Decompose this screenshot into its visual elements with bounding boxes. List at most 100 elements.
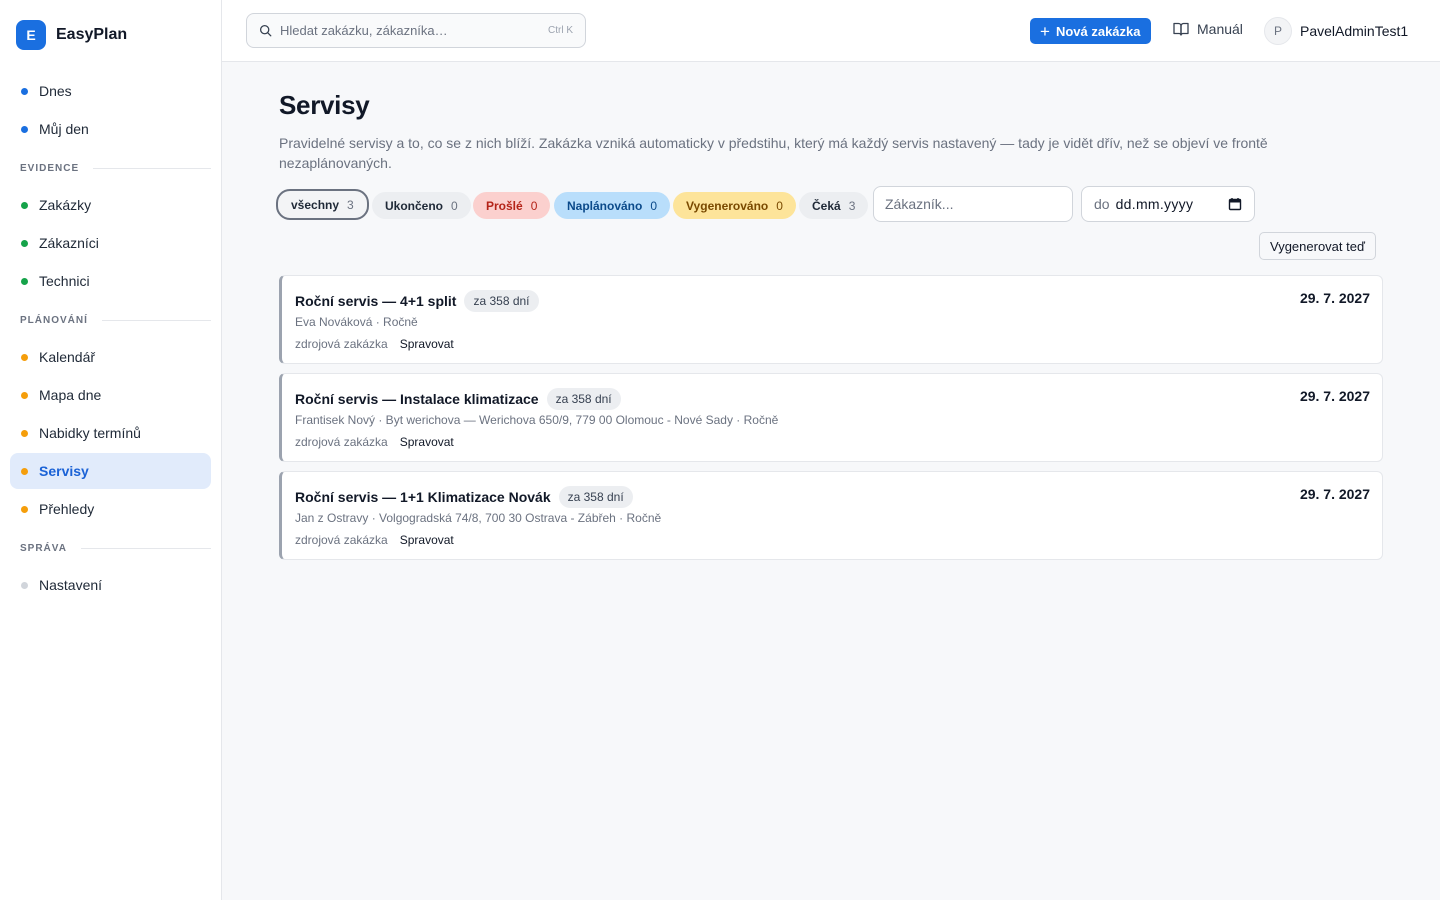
- manage-link[interactable]: Spravovat: [400, 533, 454, 547]
- filter-chip-count: 0: [451, 198, 458, 213]
- source-order-link[interactable]: zdrojová zakázka: [295, 533, 388, 547]
- sidebar-item-prehledy[interactable]: Přehledy: [10, 491, 211, 527]
- service-card[interactable]: Roční servis — Instalace klimatizace za …: [279, 373, 1383, 462]
- filter-chip-count: 0: [650, 198, 658, 213]
- sidebar-item-zakaznici[interactable]: Zákazníci: [10, 225, 211, 261]
- book-icon: [1173, 22, 1189, 36]
- service-card[interactable]: Roční servis — 4+1 split za 358 dní 29. …: [279, 275, 1383, 364]
- date-filter[interactable]: do dd.mm.yyyy: [1081, 186, 1255, 222]
- sidebar-section-title: EVIDENCE: [20, 162, 80, 174]
- search-icon: [259, 24, 272, 37]
- sidebar-item-label: Přehledy: [39, 501, 95, 517]
- sidebar-item-label: Zakázky: [39, 197, 92, 213]
- sidebar-section-sprava: SPRÁVA: [10, 529, 211, 567]
- service-title: Roční servis — Instalace klimatizace: [295, 391, 539, 407]
- avatar: P: [1264, 17, 1292, 45]
- page-description: Pravidelné servisy a to, co se z nich bl…: [279, 135, 1268, 171]
- sidebar-section-title: SPRÁVA: [20, 542, 67, 554]
- filter-chip-waiting[interactable]: Čeká 3: [799, 192, 869, 219]
- brand-logo: E: [16, 20, 46, 50]
- search-shortcut-hint: Ctrl K: [548, 25, 573, 36]
- nav-dot-icon: [21, 391, 28, 399]
- topbar: Ctrl K + Nová zakázka Manuál P PavelAdmi…: [222, 0, 1440, 62]
- sidebar-item-dnes[interactable]: Dnes: [10, 73, 211, 109]
- sidebar-item-label: Servisy: [39, 463, 89, 479]
- filter-chip-count: 0: [776, 198, 783, 213]
- service-title: Roční servis — 1+1 Klimatizace Novák: [295, 489, 551, 505]
- filter-chip-label: Vygenerováno: [686, 198, 769, 213]
- sidebar-item-label: Mapa dne: [39, 387, 102, 403]
- page-title: Servisy: [279, 90, 370, 120]
- filter-chip-label: Ukončeno: [385, 198, 444, 213]
- sidebar-item-mapa-dne[interactable]: Mapa dne: [10, 377, 211, 413]
- date-filter-label: do: [1094, 196, 1110, 212]
- filter-chip-generated[interactable]: Vygenerováno 0: [673, 192, 796, 219]
- search-box[interactable]: Ctrl K: [246, 13, 586, 48]
- manage-link[interactable]: Spravovat: [400, 435, 454, 449]
- nav-dot-icon: [21, 239, 28, 247]
- generate-now-button[interactable]: Vygenerovat teď: [1259, 232, 1376, 260]
- due-badge: za 358 dní: [546, 388, 621, 410]
- date-filter-value: dd.mm.yyyy: [1115, 196, 1194, 212]
- new-order-button[interactable]: + Nová zakázka: [1030, 18, 1151, 44]
- sidebar-item-label: Zákazníci: [39, 235, 99, 251]
- filter-chip-all[interactable]: všechny 3: [276, 189, 369, 220]
- source-order-link[interactable]: zdrojová zakázka: [295, 337, 388, 351]
- manual-label: Manuál: [1197, 21, 1243, 37]
- sidebar-item-servisy[interactable]: Servisy: [10, 453, 211, 489]
- sidebar-item-kalendar[interactable]: Kalendář: [10, 339, 211, 375]
- service-list: Roční servis — 4+1 split za 358 dní 29. …: [279, 275, 1383, 569]
- calendar-icon[interactable]: [1228, 197, 1242, 211]
- nav-dot-icon: [21, 429, 28, 437]
- filter-chip-expired[interactable]: Prošlé 0: [473, 192, 551, 219]
- due-badge: za 358 dní: [558, 486, 633, 508]
- filter-chip-label: všechny: [291, 197, 340, 212]
- filter-chip-planned[interactable]: Naplánováno 0: [554, 192, 671, 219]
- sidebar-item-label: Nastavení: [39, 577, 103, 593]
- service-title: Roční servis — 4+1 split: [295, 293, 457, 309]
- new-order-label: Nová zakázka: [1055, 23, 1141, 39]
- manage-link[interactable]: Spravovat: [400, 337, 454, 351]
- sidebar-item-label: Můj den: [39, 121, 89, 137]
- sidebar-item-nabidky-terminu[interactable]: Nabidky termínů: [10, 415, 211, 451]
- plus-icon: +: [1040, 21, 1050, 41]
- service-date: 29. 7. 2027: [1299, 290, 1370, 306]
- nav-dot-icon: [21, 125, 28, 133]
- brand-name: EasyPlan: [56, 26, 128, 43]
- filter-chip-label: Naplánováno: [567, 198, 643, 213]
- nav-dot-icon: [21, 581, 28, 589]
- sidebar-item-label: Dnes: [39, 83, 72, 99]
- main-content: Servisy Pravidelné servisy a to, co se z…: [276, 90, 1383, 560]
- sidebar-item-muj-den[interactable]: Můj den: [10, 111, 211, 147]
- filter-chip-done[interactable]: Ukončeno 0: [372, 192, 471, 219]
- section-divider: [101, 319, 211, 321]
- filter-chip-count: 0: [530, 198, 538, 213]
- filter-chip-label: Čeká: [812, 198, 841, 213]
- sidebar-nav: Dnes Můj den EVIDENCE Zakázky Zákazníci …: [10, 73, 211, 605]
- service-subtitle: Jan z Ostravy · Volgogradská 74/8, 700 3…: [295, 511, 662, 525]
- service-subtitle: Eva Nováková · Ročně: [295, 315, 418, 329]
- nav-dot-icon: [21, 467, 28, 475]
- service-date: 29. 7. 2027: [1299, 486, 1370, 502]
- manual-link[interactable]: Manuál: [1173, 21, 1243, 37]
- source-order-link[interactable]: zdrojová zakázka: [295, 435, 388, 449]
- sidebar-item-label: Nabidky termínů: [39, 425, 141, 441]
- sidebar-item-technici[interactable]: Technici: [10, 263, 211, 299]
- customer-filter-input[interactable]: [873, 186, 1073, 222]
- sidebar-item-zakazky[interactable]: Zakázky: [10, 187, 211, 223]
- nav-dot-icon: [21, 87, 28, 95]
- sidebar-section-evidence: EVIDENCE: [10, 149, 211, 187]
- sidebar-item-label: Technici: [39, 273, 90, 289]
- user-name: PavelAdminTest1: [1300, 23, 1409, 39]
- service-card[interactable]: Roční servis — 1+1 Klimatizace Novák za …: [279, 471, 1383, 560]
- sidebar-item-nastaveni[interactable]: Nastavení: [10, 567, 211, 603]
- filter-bar: všechny 3 Ukončeno 0 Prošlé 0 Naplánován…: [276, 186, 1383, 222]
- section-divider: [80, 547, 211, 549]
- user-menu[interactable]: P PavelAdminTest1: [1264, 17, 1408, 45]
- filter-chip-count: 3: [347, 197, 354, 212]
- service-date: 29. 7. 2027: [1299, 388, 1370, 404]
- brand[interactable]: E EasyPlan: [16, 20, 127, 50]
- search-input[interactable]: [280, 23, 548, 38]
- filter-chip-label: Prošlé: [486, 198, 523, 213]
- nav-dot-icon: [21, 353, 28, 361]
